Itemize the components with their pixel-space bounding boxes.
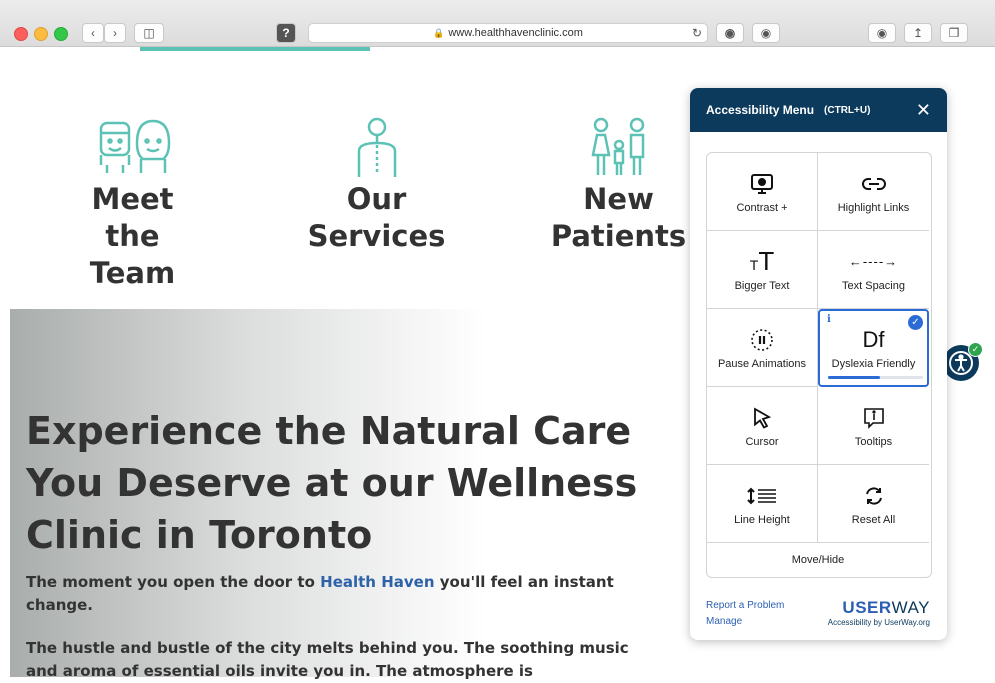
- family-icon: [590, 117, 644, 175]
- reload-icon: ↻: [691, 26, 703, 40]
- card-title-line2: Services: [307, 219, 446, 253]
- reset-all-label: Reset All: [851, 513, 896, 526]
- share-icon: ↥: [912, 26, 924, 40]
- accessibility-menu-header: Accessibility Menu (CTRL+U) ✕: [690, 88, 947, 132]
- lock-icon: 🔒: [433, 27, 445, 38]
- card-title-line2: Patients: [550, 219, 687, 253]
- dyslexia-friendly-label: Dyslexia Friendly: [831, 358, 916, 370]
- contrast-icon: [750, 170, 774, 198]
- globe-icon: ◉: [760, 26, 772, 40]
- card-title-line1: New: [583, 182, 654, 216]
- userway-logo-bold: USER: [842, 598, 892, 617]
- card-title-line2: the Team: [89, 219, 176, 290]
- hero-headline: Experience the Natural Care You Deserve …: [26, 409, 638, 557]
- dyslexia-icon: Df: [863, 326, 885, 354]
- chevron-left-icon: ‹: [91, 26, 95, 40]
- circle-icon: ◉: [724, 26, 736, 40]
- accessibility-toggle-button[interactable]: ✓: [943, 342, 983, 381]
- cursor-icon: [752, 404, 772, 432]
- line-height-toggle[interactable]: Line Height: [707, 465, 818, 543]
- highlight-links-label: Highlight Links: [837, 201, 910, 214]
- address-bar[interactable]: 🔒 www.healthhavenclinic.com: [308, 23, 708, 43]
- spacing-glyph: ←----→: [848, 254, 899, 269]
- url-text: www.healthhavenclinic.com: [448, 27, 583, 39]
- dyslexia-friendly-toggle[interactable]: i ✓ Df Dyslexia Friendly: [818, 309, 929, 387]
- extension-button-3[interactable]: ◉: [752, 23, 780, 43]
- link-icon: [861, 170, 886, 198]
- spine-icon: [357, 117, 396, 177]
- pause-animations-label: Pause Animations: [717, 357, 807, 370]
- team-icon: [99, 119, 170, 173]
- userway-tagline: Accessibility by UserWay.org: [827, 618, 930, 627]
- brand-link[interactable]: Health Haven: [320, 573, 434, 591]
- forward-button[interactable]: ›: [104, 23, 126, 43]
- download-icon: ◉: [876, 26, 888, 40]
- info-icon[interactable]: i: [827, 314, 831, 325]
- reset-icon: [863, 482, 885, 510]
- dyslexia-glyph: Df: [862, 327, 885, 352]
- dyslexia-level-fill: [828, 376, 881, 379]
- enabled-check-icon: ✓: [968, 342, 983, 357]
- userway-logo-light: WAY: [891, 598, 930, 617]
- browser-toolbar: ‹ › ◫ ? 🔒 www.healthhavenclinic.com ↻ ◉ …: [0, 0, 995, 47]
- pause-animations-toggle[interactable]: Pause Animations: [707, 309, 818, 387]
- back-button[interactable]: ‹: [82, 23, 104, 43]
- sidebar-icon: ◫: [143, 26, 155, 40]
- pause-icon: [750, 326, 774, 354]
- tooltips-toggle[interactable]: Tooltips: [818, 387, 929, 465]
- nav-underline: [140, 47, 370, 51]
- accessibility-menu: Accessibility Menu (CTRL+U) ✕ Contrast +…: [690, 88, 947, 640]
- move-hide-button[interactable]: Move/Hide: [707, 543, 929, 577]
- checkmark-icon: ✓: [908, 315, 923, 330]
- line-height-icon: [747, 482, 777, 510]
- text-size-icon: TT: [749, 246, 775, 276]
- close-menu-button[interactable]: ✕: [916, 100, 931, 121]
- tooltip-icon: [862, 404, 886, 432]
- cursor-toggle[interactable]: Cursor: [707, 387, 818, 465]
- tabs-icon: ❐: [948, 26, 960, 40]
- userway-logo: USERWAY: [828, 598, 930, 618]
- card-title-line1: Meet: [91, 182, 174, 216]
- question-icon: ?: [282, 26, 290, 40]
- sidebar-button[interactable]: ◫: [134, 23, 164, 43]
- contrast-toggle[interactable]: Contrast +: [707, 153, 818, 231]
- hero-section: Experience the Natural Care You Deserve …: [10, 309, 690, 680]
- accessibility-menu-footer: Report a Problem Manage USERWAY Accessib…: [706, 598, 930, 630]
- reload-button[interactable]: ↻: [688, 23, 706, 43]
- small-t-glyph: T: [749, 256, 759, 273]
- menu-title: Accessibility Menu: [706, 103, 815, 117]
- chevron-right-icon: ›: [113, 26, 117, 40]
- text-spacing-label: Text Spacing: [842, 279, 905, 292]
- reset-all-button[interactable]: Reset All: [818, 465, 929, 543]
- bigger-text-label: Bigger Text: [734, 279, 790, 292]
- hero-paragraph-1: The moment you open the door to Health H…: [26, 571, 646, 617]
- accessibility-options-grid: Contrast + Highlight Links TT Bigger Tex…: [706, 152, 932, 578]
- menu-shortcut: (CTRL+U): [824, 104, 871, 116]
- bigger-text-toggle[interactable]: TT Bigger Text: [707, 231, 818, 309]
- highlight-links-toggle[interactable]: Highlight Links: [818, 153, 929, 231]
- minimize-window-button[interactable]: [34, 27, 48, 41]
- extension-button-2[interactable]: ◉: [716, 23, 744, 43]
- contrast-label: Contrast +: [736, 201, 788, 214]
- extension-button[interactable]: ?: [276, 23, 296, 43]
- spacing-icon: ←----→: [849, 248, 898, 276]
- downloads-button[interactable]: ◉: [868, 23, 896, 43]
- tooltips-label: Tooltips: [854, 435, 893, 448]
- text-spacing-toggle[interactable]: ←----→ Text Spacing: [818, 231, 929, 309]
- userway-branding: USERWAY Accessibility by UserWay.org: [828, 598, 930, 627]
- big-t-glyph: T: [758, 246, 775, 276]
- zoom-window-button[interactable]: [54, 27, 68, 41]
- dyslexia-level-bar: [828, 376, 923, 379]
- cursor-label: Cursor: [745, 435, 779, 448]
- hero-p1-before: The moment you open the door to: [26, 573, 321, 591]
- card-our-services[interactable]: Our Services: [304, 115, 449, 255]
- close-window-button[interactable]: [14, 27, 28, 41]
- tabs-button[interactable]: ❐: [940, 23, 968, 43]
- card-new-patients[interactable]: New Patients: [546, 115, 691, 255]
- share-button[interactable]: ↥: [904, 23, 932, 43]
- card-meet-team[interactable]: Meet the Team: [60, 115, 205, 292]
- card-title-line1: Our: [346, 182, 407, 216]
- hero-paragraph-2: The hustle and bustle of the city melts …: [26, 639, 629, 680]
- line-height-label: Line Height: [734, 513, 790, 526]
